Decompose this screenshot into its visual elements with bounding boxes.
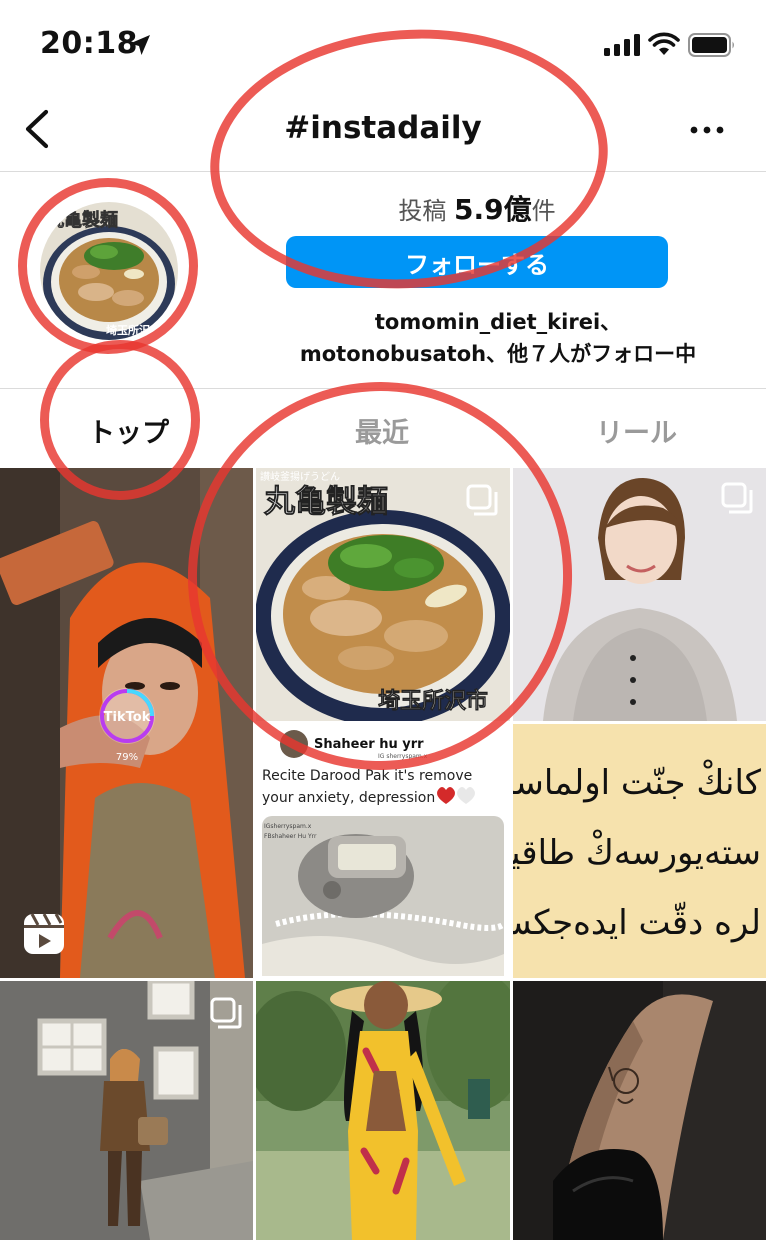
arabic-line-2: ستەيورسەكْ طاقيلد [513, 828, 761, 873]
grid-post-arabic-text[interactable]: كانكْ جنّت اولماسا ستەيورسەكْ طاقيلد لره… [513, 724, 766, 978]
more-options-icon[interactable] [690, 124, 724, 136]
post-handle: IG sherryspam.x [378, 753, 428, 760]
grid-post-yellow-outfit[interactable] [256, 981, 510, 1240]
grid-post-reel-hijab[interactable]: TikTok 79% [0, 468, 253, 978]
posts-count: 5.9 [454, 193, 504, 226]
follow-button[interactable]: フォローする [286, 236, 668, 288]
avatar-caption: 埼玉所沢 [106, 323, 151, 337]
reels-icon [24, 913, 64, 954]
followed-by-line-2: motonobusatoh、他７人がフォロー中 [299, 342, 697, 366]
hashtag-profile: 丸亀製麺 埼玉所沢 投稿 5.9億件 フォローする tomomin_diet_k… [0, 172, 766, 388]
post-text-line-2: your anxiety, depression [262, 790, 435, 806]
hashtag-avatar: 丸亀製麺 埼玉所沢 [40, 202, 178, 340]
tab-top[interactable]: トップ [88, 411, 169, 450]
grid-post-darood-text[interactable]: Shaheer hu yrr IG sherryspam.x Recite Da… [256, 724, 510, 978]
arabic-line-1: كانكْ جنّت اولماسا [513, 758, 762, 803]
posts-prefix: 投稿 [398, 197, 447, 225]
food-post-title: 丸亀製麺 [263, 484, 388, 520]
avatar-title: 丸亀製麺 [45, 209, 118, 231]
post-username: Shaheer hu yrr [314, 737, 424, 752]
post-text-line-1: Recite Darood Pak it's remove [262, 768, 472, 784]
location-arrow-icon [130, 35, 150, 55]
posts-count-line: 投稿 5.9億件 [286, 188, 668, 228]
post-grid: TikTok 79% 讃岐釜揚げうどん 丸亀製麺 埼玉所沢市 Shaheer h… [0, 468, 766, 1240]
posts-unit: 億 [503, 193, 532, 226]
status-bar: 20:18 [0, 0, 766, 92]
content-tabs: トップ 最近 リール [0, 388, 766, 468]
hashtag-title: #instadaily [284, 110, 482, 146]
counter-tag-1: IGsherryspam.x [264, 823, 312, 830]
posts-suffix: 件 [531, 197, 556, 225]
arabic-line-3: لره دقّت ايدەجكسن [513, 903, 761, 943]
grid-post-street-fashion[interactable] [0, 981, 253, 1240]
tab-reels[interactable]: リール [596, 411, 677, 450]
tiktok-percent: 79% [116, 752, 138, 763]
tiktok-label: TikTok [104, 710, 151, 725]
wifi-icon [648, 32, 680, 55]
cellular-signal-icon [604, 34, 640, 56]
tab-recent[interactable]: 最近 [355, 411, 409, 450]
grid-post-portrait[interactable] [513, 468, 766, 721]
header: #instadaily [0, 92, 766, 172]
counter-tag-2: FBshaheer Hu Yrr [264, 833, 317, 840]
food-post-caption: 埼玉所沢市 [378, 688, 488, 714]
grid-post-tattoo[interactable] [513, 981, 766, 1240]
battery-icon [688, 33, 734, 57]
grid-post-marugame-udon[interactable]: 讃岐釜揚げうどん 丸亀製麺 埼玉所沢市 [256, 468, 510, 721]
followed-by-text[interactable]: tomomin_diet_kirei、 motonobusatoh、他７人がフォ… [230, 306, 766, 370]
followed-by-line-1: tomomin_diet_kirei、 [374, 310, 622, 334]
food-post-top-text: 讃岐釜揚げうどん [260, 470, 340, 483]
status-time: 20:18 [40, 26, 138, 61]
